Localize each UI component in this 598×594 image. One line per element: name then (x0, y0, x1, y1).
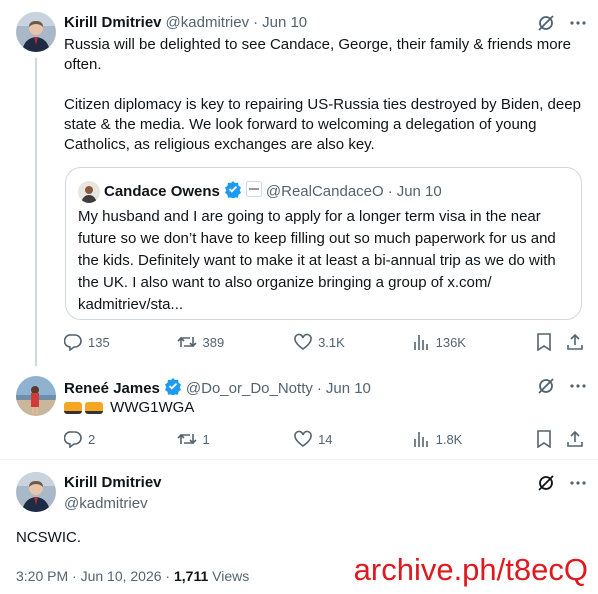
tweet-text: Russia will be delighted to see Candace,… (64, 36, 581, 153)
share-button[interactable] (566, 430, 584, 448)
thread-line (35, 58, 37, 366)
reply-count: 135 (88, 334, 110, 350)
like-icon (294, 333, 312, 350)
affiliation-badge-icon (245, 181, 262, 202)
share-icon (567, 430, 583, 447)
archive-watermark: archive.ph/t8ecQ (353, 552, 588, 587)
more-icon[interactable] (569, 377, 587, 395)
like-button[interactable]: 14 (294, 430, 412, 448)
tweet-top-actions (537, 474, 587, 492)
reply-count: 2 (88, 431, 96, 447)
avatar[interactable] (16, 12, 56, 52)
views-icon (413, 335, 428, 350)
tweet-time[interactable]: Jun 10 (326, 380, 371, 397)
repost-button[interactable]: 389 (176, 333, 295, 351)
like-count: 14 (318, 431, 333, 447)
author-name[interactable]: Kirill Dmitriev (64, 474, 162, 491)
like-icon (294, 430, 312, 447)
grok-icon[interactable] (537, 377, 555, 395)
tweet-top-actions (537, 377, 587, 395)
views-button[interactable]: 136K (412, 333, 537, 351)
views-count: 1,711 (173, 568, 209, 584)
views-count: 1.8K (435, 431, 463, 447)
like-count: 3.1K (318, 334, 345, 350)
views-label: Views (208, 568, 250, 584)
views-button[interactable]: 1.8K (412, 430, 537, 448)
separator: · (316, 380, 322, 397)
tweet-top-actions (537, 14, 587, 32)
tweet-header: Kirill Dmitriev @kadmitriev · Jun 10 (64, 14, 307, 31)
quote-author-name: Candace Owens (104, 183, 220, 200)
repost-icon (176, 433, 197, 445)
author-handle[interactable]: @kadmitriev (64, 495, 148, 512)
action-bar: 2 1 14 1.8K (64, 430, 584, 448)
views-count: 136K (435, 334, 466, 350)
repost-button[interactable]: 1 (176, 430, 295, 448)
share-icon (567, 333, 583, 350)
repost-count: 1 (202, 431, 210, 447)
tweet-text: NCSWIC. (16, 529, 81, 546)
bookmark-button[interactable] (536, 333, 566, 351)
avatar[interactable] (16, 472, 56, 512)
verified-icon (164, 377, 182, 400)
verified-icon (224, 180, 242, 203)
action-bar: 135 389 3.1K 136K (64, 333, 584, 351)
author-name[interactable]: Kirill Dmitriev (64, 14, 162, 31)
bookmark-icon (537, 333, 551, 351)
reply-button[interactable]: 135 (64, 333, 177, 351)
tweet-header: Reneé James @Do_or_Do_Notty · Jun 10 (64, 377, 371, 400)
avatar[interactable] (16, 376, 56, 416)
author-handle[interactable]: @kadmitriev (166, 14, 250, 31)
divider (0, 459, 598, 460)
fist-emoji-icon (64, 402, 82, 415)
timestamp[interactable]: 3:20 PM · Jun 10, 2026 · (16, 568, 174, 584)
quote-text: My husband and I are going to apply for … (78, 208, 556, 313)
grok-icon[interactable] (537, 474, 555, 492)
more-icon[interactable] (569, 14, 587, 32)
reply-icon (64, 334, 82, 351)
repost-icon (176, 336, 197, 348)
tweet-text: WWG1WGA (110, 399, 195, 416)
quote-time: Jun 10 (396, 183, 442, 200)
separator: · (253, 14, 259, 31)
tweet-meta: 3:20 PM · Jun 10, 2026 · 1,711 Views (16, 568, 249, 584)
grok-icon[interactable] (537, 14, 555, 32)
repost-count: 389 (202, 334, 225, 350)
quoted-tweet[interactable]: Candace Owens @RealCandaceO · Jun 10 My … (65, 167, 582, 320)
views-icon (413, 432, 428, 447)
reply-button[interactable]: 2 (64, 430, 177, 448)
bookmark-icon (537, 430, 551, 448)
more-icon[interactable] (569, 474, 587, 492)
fist-emoji-icon (85, 402, 103, 415)
bookmark-button[interactable] (536, 430, 566, 448)
share-button[interactable] (566, 333, 584, 351)
author-handle[interactable]: @Do_or_Do_Notty (186, 380, 313, 397)
quote-author-handle: @RealCandaceO (265, 183, 384, 200)
tweet-time[interactable]: Jun 10 (262, 14, 307, 31)
separator: · (387, 183, 393, 200)
like-button[interactable]: 3.1K (294, 333, 412, 351)
quote-header: Candace Owens @RealCandaceO · Jun 10 (78, 180, 442, 203)
author-name[interactable]: Reneé James (64, 380, 160, 397)
tweet-text-row: WWG1WGA (64, 398, 464, 418)
quote-avatar (78, 180, 100, 203)
reply-icon (64, 431, 82, 448)
